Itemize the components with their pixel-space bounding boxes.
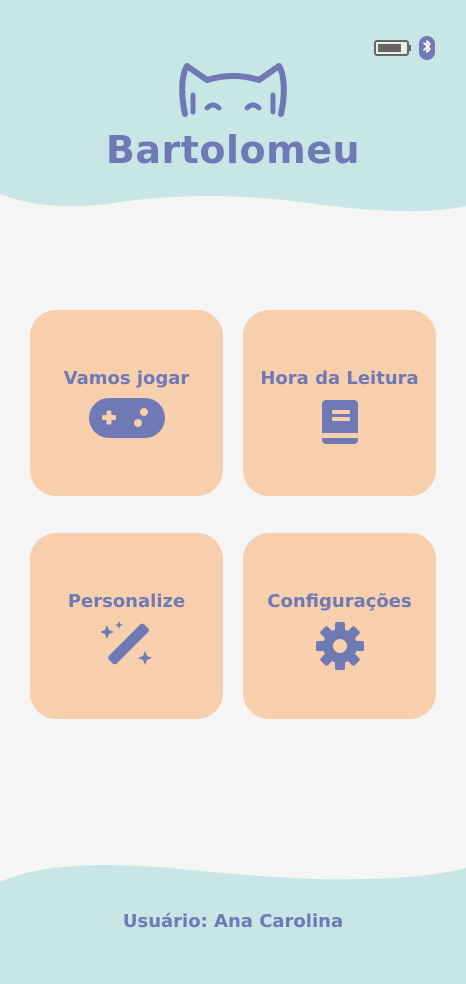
customize-label: Personalize — [67, 591, 186, 612]
magic-wand-icon — [100, 621, 152, 665]
brand-logo: Bartolomeu — [0, 62, 466, 172]
customize-button[interactable]: Personalize — [30, 533, 223, 719]
bluetooth-icon — [419, 36, 435, 60]
reading-button[interactable]: Hora da Leitura — [243, 310, 436, 496]
games-button[interactable]: Vamos jogar — [30, 310, 223, 496]
settings-button[interactable]: Configurações — [243, 533, 436, 719]
book-icon — [321, 400, 358, 444]
brand-name: Bartolomeu — [105, 128, 361, 172]
cat-face-icon — [179, 63, 287, 117]
games-label: Vamos jogar — [63, 368, 190, 389]
battery-icon — [374, 40, 411, 56]
status-bar — [374, 35, 436, 61]
settings-label: Configurações — [267, 591, 412, 612]
app-screen: Bartolomeu Vamos jogar Hora da Leitura P… — [0, 0, 466, 984]
gamepad-icon — [88, 398, 165, 438]
user-label: Usuário: Ana Carolina — [122, 911, 344, 932]
reading-label: Hora da Leitura — [260, 368, 419, 389]
gear-icon — [315, 622, 364, 670]
